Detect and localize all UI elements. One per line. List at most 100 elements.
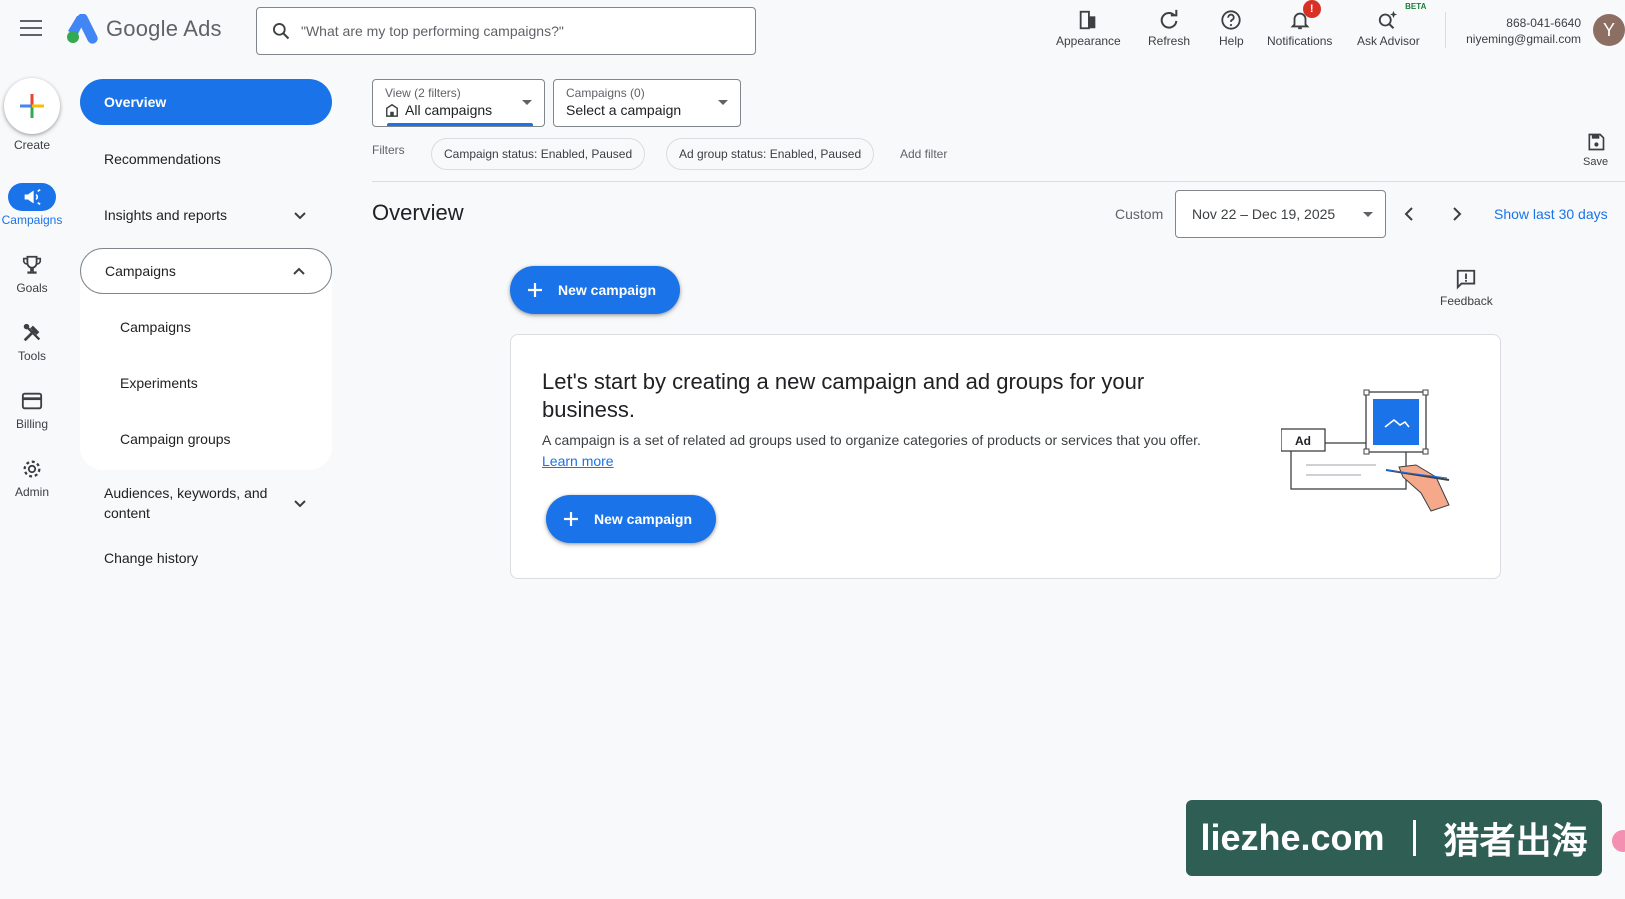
view-dropdown-label: View (2 filters)	[385, 86, 461, 100]
notifications-label: Notifications	[1267, 34, 1333, 48]
rail-campaigns-label: Campaigns	[1, 213, 63, 227]
search-input[interactable]	[301, 23, 741, 39]
watermark-banner: liezhe.com 猎者出海	[1186, 800, 1602, 876]
top-bar: Google Ads Appearance Refresh Help ! Not…	[0, 0, 1625, 62]
campaign-dropdown-label: Campaigns (0)	[566, 86, 645, 100]
building-icon	[386, 103, 398, 117]
nav-overview[interactable]: Overview	[80, 79, 332, 125]
rail-admin[interactable]: Admin	[0, 455, 64, 499]
chevron-down-icon	[294, 500, 306, 508]
floating-widget-icon[interactable]	[1612, 830, 1625, 852]
account-info[interactable]: 868-041-6640 niyeming@gmail.com	[1466, 15, 1581, 47]
create-label: Create	[13, 138, 51, 152]
plus-icon	[528, 283, 542, 297]
caret-down-icon	[1363, 212, 1373, 217]
filter-chip-campaign-status[interactable]: Campaign status: Enabled, Paused	[431, 138, 646, 170]
caret-down-icon	[522, 100, 532, 105]
chevron-left-icon	[1404, 207, 1413, 221]
campaign-dropdown-value: Select a campaign	[566, 102, 682, 118]
plus-icon	[564, 512, 578, 526]
rail-tools[interactable]: Tools	[0, 319, 64, 363]
google-ads-logo[interactable]: Google Ads	[66, 14, 222, 44]
ask-advisor-button[interactable]: BETA Ask Advisor	[1357, 2, 1426, 48]
rail-goals-label: Goals	[16, 281, 48, 295]
nav-insights-label: Insights and reports	[104, 207, 227, 223]
card-description: A campaign is a set of related ad groups…	[542, 432, 1201, 448]
nav-audiences-label-line2: content	[104, 505, 150, 521]
rail-billing-label: Billing	[15, 417, 48, 431]
view-dropdown[interactable]: View (2 filters) All campaigns	[372, 79, 545, 127]
product-name: Google Ads	[106, 16, 222, 41]
search-icon	[273, 23, 290, 40]
account-email: niyeming@gmail.com	[1466, 32, 1581, 46]
show-last-30-days-link[interactable]: Show last 30 days	[1494, 206, 1608, 222]
appearance-button[interactable]: Appearance	[1056, 6, 1121, 48]
new-campaign-label: New campaign	[558, 282, 657, 298]
gear-icon	[8, 455, 56, 483]
caret-down-icon	[718, 100, 728, 105]
toolbar-divider	[1445, 12, 1446, 48]
help-icon	[1220, 6, 1242, 34]
date-mode-label: Custom	[1115, 206, 1164, 222]
appearance-icon	[1077, 6, 1099, 34]
help-label: Help	[1219, 34, 1244, 48]
account-phone: 868-041-6640	[1506, 16, 1581, 30]
chevron-down-icon	[294, 212, 306, 220]
trophy-icon	[8, 251, 56, 279]
chevron-right-icon	[1453, 207, 1462, 221]
create-plus-icon	[4, 78, 60, 134]
filter-chip-ad-group-status[interactable]: Ad group status: Enabled, Paused	[666, 138, 875, 170]
search-bar[interactable]	[256, 7, 756, 55]
advisor-sparkle-icon: BETA	[1376, 2, 1426, 34]
nav-campaigns[interactable]: Campaigns	[80, 304, 332, 350]
get-started-card: Let's start by creating a new campaign a…	[510, 334, 1501, 579]
rail-tools-label: Tools	[17, 349, 46, 363]
save-button[interactable]: Save	[1583, 132, 1608, 168]
campaign-dropdown[interactable]: Campaigns (0) Select a campaign	[553, 79, 741, 127]
main-menu-icon[interactable]	[20, 20, 42, 38]
nav-recommendations[interactable]: Recommendations	[80, 136, 332, 182]
rail-goals[interactable]: Goals	[0, 251, 64, 295]
watermark-left: liezhe.com	[1200, 817, 1385, 858]
refresh-label: Refresh	[1148, 34, 1191, 48]
campaign-illustration: Ad	[1280, 385, 1461, 525]
notifications-button[interactable]: ! Notifications	[1267, 0, 1333, 48]
rail-billing[interactable]: Billing	[0, 387, 64, 431]
feedback-icon	[1457, 269, 1476, 290]
refresh-button[interactable]: Refresh	[1148, 6, 1190, 48]
nav-audiences-label-line1: Audiences, keywords, and	[104, 485, 268, 501]
credit-card-icon	[8, 387, 56, 415]
view-dropdown-value: All campaigns	[405, 102, 493, 118]
next-period-button[interactable]	[1445, 202, 1469, 226]
filters-divider	[372, 181, 1625, 182]
save-icon	[1588, 133, 1604, 151]
date-range-picker[interactable]: Nov 22 – Dec 19, 2025	[1175, 190, 1386, 238]
nav-change-history[interactable]: Change history	[80, 535, 332, 581]
feedback-button[interactable]: Feedback	[1440, 268, 1493, 308]
ad-label: Ad	[1295, 434, 1311, 448]
date-range-value: Nov 22 – Dec 19, 2025	[1192, 206, 1336, 222]
nav-campaigns-group-label: Campaigns	[105, 263, 176, 279]
nav-campaigns-group[interactable]: Campaigns	[80, 248, 332, 294]
nav-insights[interactable]: Insights and reports	[80, 192, 332, 238]
beta-tag: BETA	[1405, 2, 1427, 11]
view-dropdown-indicator	[387, 123, 533, 126]
page-title: Overview	[372, 200, 464, 225]
add-filter-button[interactable]: Add filter	[900, 147, 947, 161]
feedback-label: Feedback	[1440, 294, 1493, 308]
learn-more-link[interactable]: Learn more	[542, 453, 614, 469]
notifications-icon: !	[1289, 0, 1321, 34]
ask-advisor-label: Ask Advisor	[1357, 34, 1420, 48]
create-button[interactable]: Create	[0, 78, 64, 152]
card-new-campaign-button[interactable]: New campaign	[546, 495, 717, 543]
help-button[interactable]: Help	[1219, 6, 1244, 48]
previous-period-button[interactable]	[1397, 202, 1421, 226]
nav-campaign-groups[interactable]: Campaign groups	[80, 416, 332, 462]
nav-audiences[interactable]: Audiences, keywords, and content	[80, 478, 332, 528]
rail-campaigns[interactable]: Campaigns	[0, 183, 64, 227]
nav-experiments[interactable]: Experiments	[80, 360, 332, 406]
appearance-label: Appearance	[1056, 34, 1121, 48]
new-campaign-button[interactable]: New campaign	[510, 266, 681, 314]
filters-label: Filters	[372, 143, 405, 157]
avatar[interactable]: Y	[1593, 14, 1625, 46]
